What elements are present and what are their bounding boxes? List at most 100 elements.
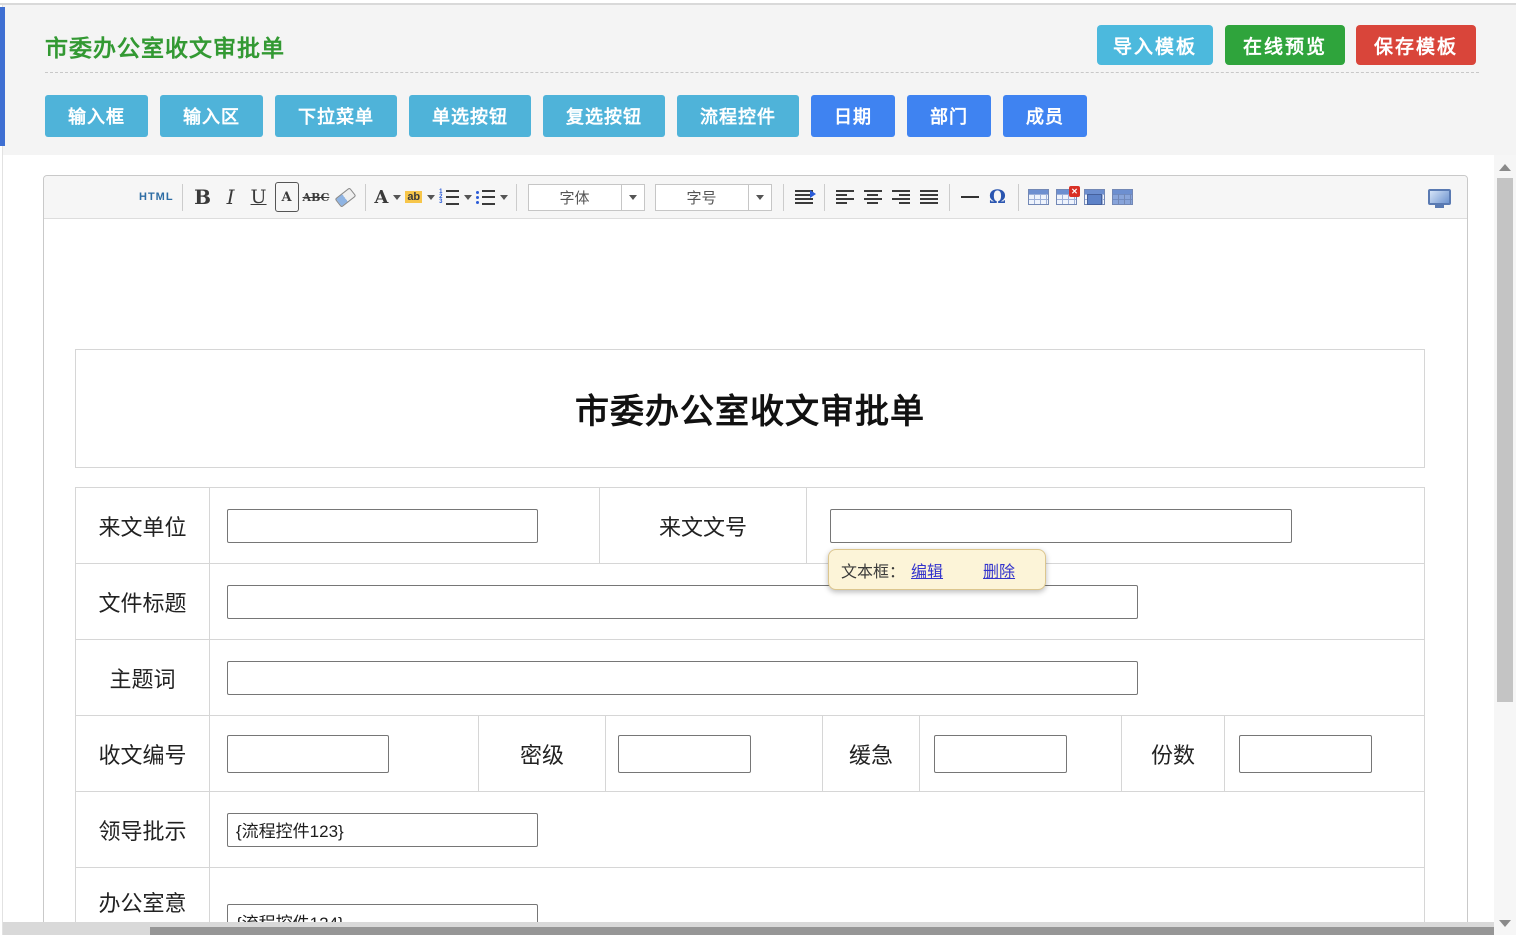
member-button[interactable]: 成员 [1003, 95, 1087, 137]
table-properties-icon [1112, 189, 1133, 205]
arrow-up-icon [1499, 164, 1511, 171]
format-box-icon[interactable]: A [275, 182, 299, 212]
ordered-list-button[interactable]: 1 2 3 [439, 182, 471, 212]
cell-properties-button[interactable] [1083, 182, 1107, 212]
receipt-no-input[interactable] [227, 735, 389, 773]
html-source-icon[interactable]: HTML [139, 182, 174, 212]
secrecy-level-input[interactable] [618, 735, 751, 773]
monitor-icon [1428, 189, 1451, 205]
subject-words-input[interactable] [227, 661, 1138, 695]
department-button[interactable]: 部门 [907, 95, 991, 137]
arrow-down-icon [1499, 920, 1511, 927]
insert-table-icon [1028, 189, 1049, 205]
table-row: 主题词 [76, 640, 1424, 716]
bold-icon[interactable]: B [191, 182, 215, 212]
flow-control-button[interactable]: 流程控件 [677, 95, 799, 137]
urgency-cell [919, 716, 1121, 791]
header-panel: 市委办公室收文审批单 导入模板 在线预览 保存模板 输入框 输入区 下拉菜单 单… [3, 5, 1516, 155]
vertical-scrollbar-thumb[interactable] [1497, 178, 1513, 702]
radio-button-button[interactable]: 单选按钮 [409, 95, 531, 137]
leader-instructions-label: 领导批示 [76, 792, 209, 867]
font-family-dropdown-button[interactable] [622, 184, 645, 211]
copies-cell [1224, 716, 1424, 791]
chevron-down-icon [427, 195, 435, 200]
font-family-select[interactable]: 字体 [528, 184, 645, 211]
eraser-icon [334, 187, 356, 207]
font-size-dropdown-button[interactable] [749, 184, 772, 211]
toolbar-separator [516, 184, 517, 211]
left-edge-accent [0, 7, 5, 146]
copies-input[interactable] [1239, 735, 1372, 773]
fullscreen-button[interactable] [1427, 182, 1451, 212]
online-preview-button[interactable]: 在线预览 [1225, 25, 1345, 65]
delete-mark-icon: ✕ [1069, 186, 1080, 197]
font-family-value: 字体 [528, 184, 622, 211]
align-left-button[interactable] [833, 182, 857, 212]
leader-instructions-cell [209, 792, 1424, 867]
secrecy-level-cell [605, 716, 822, 791]
source-unit-label: 来文单位 [76, 488, 209, 563]
align-center-icon [864, 190, 882, 205]
underline-icon[interactable]: U [247, 182, 271, 212]
horizontal-scrollbar-thumb[interactable] [150, 927, 1494, 935]
import-template-button[interactable]: 导入模板 [1097, 25, 1213, 65]
edit-link[interactable]: 编辑 [911, 558, 943, 582]
scroll-down-button[interactable] [1497, 915, 1513, 931]
align-right-button[interactable] [889, 182, 913, 212]
table-properties-button[interactable] [1111, 182, 1135, 212]
dropdown-menu-button[interactable]: 下拉菜单 [275, 95, 397, 137]
doc-title-label: 文件标题 [76, 564, 209, 639]
delete-table-button[interactable]: ✕ [1055, 182, 1079, 212]
insert-table-button[interactable] [1027, 182, 1051, 212]
remove-format-button[interactable] [333, 182, 357, 212]
input-box-button[interactable]: 输入框 [45, 95, 148, 137]
source-unit-cell [209, 488, 599, 563]
form-title-cell: 市委办公室收文审批单 [75, 349, 1425, 468]
scroll-up-button[interactable] [1497, 159, 1513, 175]
vertical-scrollbar[interactable] [1494, 155, 1516, 935]
toolbar-separator [949, 184, 950, 211]
urgency-input[interactable] [934, 735, 1067, 773]
date-button[interactable]: 日期 [811, 95, 895, 137]
checkbox-button[interactable]: 复选按钮 [543, 95, 665, 137]
chevron-down-icon [500, 195, 508, 200]
save-template-button[interactable]: 保存模板 [1356, 25, 1476, 65]
unordered-list-button[interactable] [476, 182, 508, 212]
align-center-button[interactable] [861, 182, 885, 212]
form-title: 市委办公室收文审批单 [575, 384, 925, 433]
subject-words-cell [209, 640, 1424, 715]
app-window: 市委办公室收文审批单 导入模板 在线预览 保存模板 输入框 输入区 下拉菜单 单… [0, 0, 1516, 935]
source-doc-no-input[interactable] [830, 509, 1292, 543]
textarea-button[interactable]: 输入区 [160, 95, 263, 137]
delete-link[interactable]: 删除 [983, 558, 1015, 582]
form-control-buttons: 输入框 输入区 下拉菜单 单选按钮 复选按钮 流程控件 日期 部门 成员 [45, 95, 1087, 137]
highlight-color-button[interactable]: ab [405, 182, 435, 212]
chevron-down-icon [464, 195, 472, 200]
table-row: 领导批示 [76, 792, 1424, 868]
delete-table-icon: ✕ [1056, 189, 1077, 205]
font-size-value: 字号 [655, 184, 749, 211]
align-justify-icon [920, 190, 938, 205]
font-color-button[interactable]: A [374, 182, 401, 212]
subject-words-label: 主题词 [76, 640, 209, 715]
align-justify-button[interactable] [917, 182, 941, 212]
indent-icon [795, 190, 813, 205]
toolbar-separator [824, 184, 825, 211]
italic-icon[interactable]: I [219, 182, 243, 212]
horizontal-scrollbar[interactable] [3, 922, 1494, 935]
horizontal-rule-icon [961, 196, 979, 198]
chevron-down-icon [756, 195, 764, 200]
indent-button[interactable] [792, 182, 816, 212]
align-left-icon [836, 190, 854, 205]
strikethrough-icon[interactable]: ABC [303, 182, 330, 212]
font-color-icon: A [374, 187, 388, 208]
editor-toolbar: HTML B I U A ABC A ab 1 2 3 字体 字号 [44, 176, 1467, 219]
horizontal-rule-button[interactable] [958, 182, 982, 212]
highlight-icon: ab [405, 191, 422, 203]
font-size-select[interactable]: 字号 [655, 184, 772, 211]
toolbar-separator [365, 184, 366, 211]
source-unit-input[interactable] [227, 509, 538, 543]
leader-instructions-input[interactable] [227, 813, 538, 847]
receipt-no-cell [209, 716, 478, 791]
special-char-icon[interactable]: Ω [986, 182, 1010, 212]
